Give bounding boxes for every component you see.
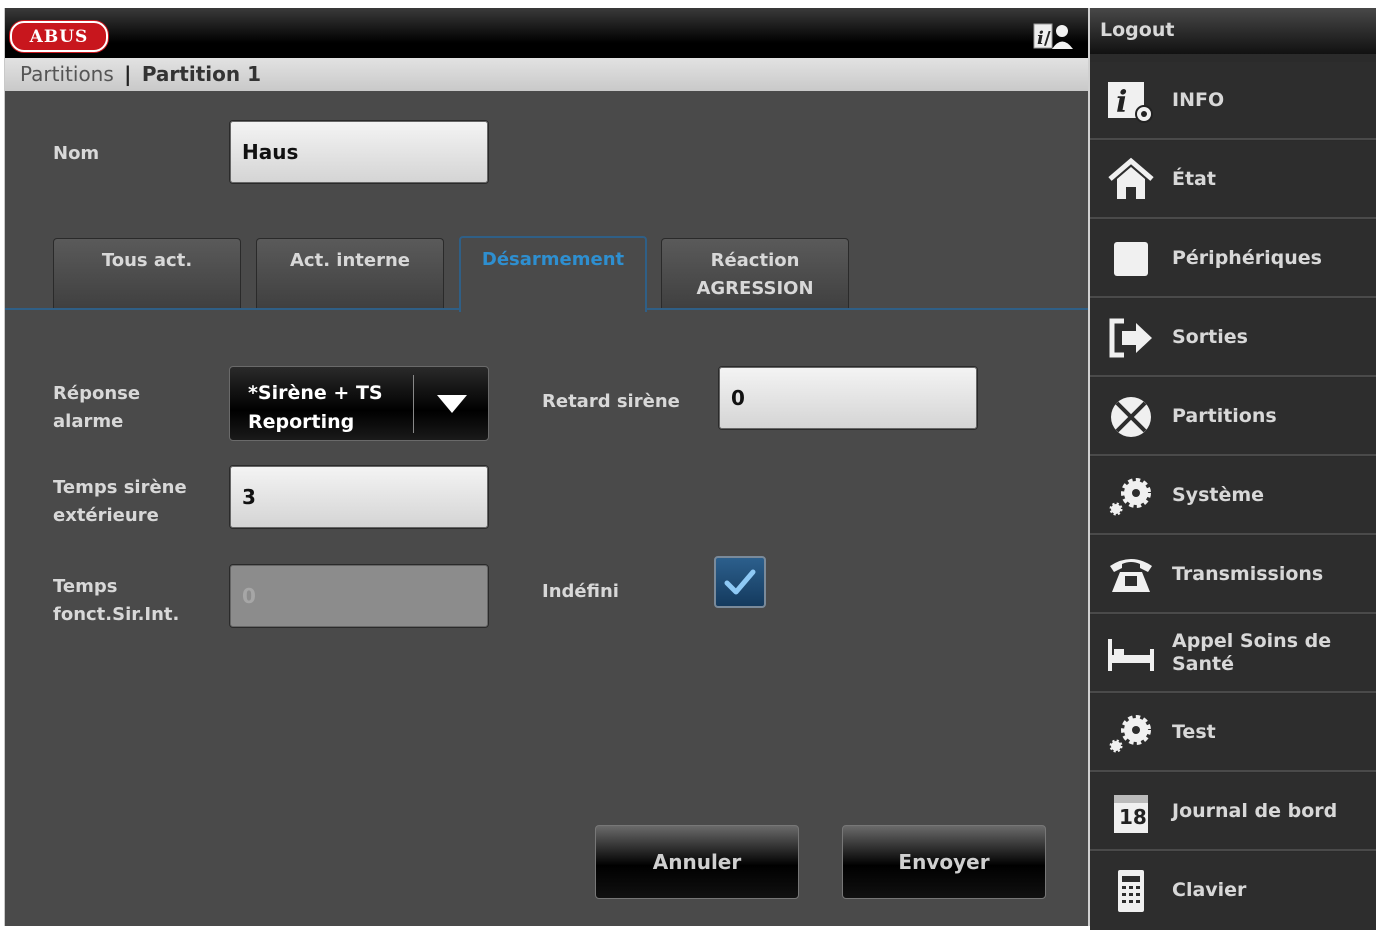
sidebar-item-journal[interactable]: 18 Journal de bord	[1090, 773, 1376, 851]
name-field[interactable]: Haus	[229, 120, 489, 184]
sidebar-item-etat[interactable]: État	[1090, 141, 1376, 219]
svg-text:/: /	[1044, 28, 1051, 49]
tab-tous-act[interactable]: Tous act.	[53, 238, 241, 308]
tab-reaction-agression[interactable]: Réaction AGRESSION	[661, 238, 849, 308]
siren-delay-field[interactable]: 0	[718, 366, 978, 430]
breadcrumb-root[interactable]: Partitions	[20, 62, 114, 86]
siren-delay-label: Retard sirène	[542, 391, 680, 412]
abus-logo: ABUS	[10, 21, 108, 52]
sidebar-item-label: Journal de bord	[1172, 799, 1338, 822]
telephone-icon	[1106, 552, 1156, 598]
name-label: Nom	[53, 143, 100, 164]
tab-act-interne[interactable]: Act. interne	[256, 238, 444, 308]
sidebar-item-partitions[interactable]: Partitions	[1090, 378, 1376, 456]
gears-icon	[1106, 710, 1156, 756]
logout-link[interactable]: Logout	[1090, 8, 1376, 54]
svg-text:i: i	[1037, 28, 1044, 49]
calendar-icon: 18	[1106, 789, 1156, 835]
checkmark-icon	[724, 569, 756, 595]
svg-text:i: i	[1116, 85, 1127, 120]
ext-siren-time-field[interactable]: 3	[229, 465, 489, 529]
sidebar-item-label: Transmissions	[1172, 562, 1324, 585]
main-panel: ABUS i / Partitions | Partition 1 Nom Ha…	[4, 8, 1089, 926]
info-gear-icon: i	[1106, 78, 1156, 124]
breadcrumb-separator: |	[124, 62, 132, 86]
sidebar-item-clavier[interactable]: Clavier	[1090, 852, 1376, 930]
help-user-icon[interactable]: i /	[1033, 22, 1075, 50]
bed-icon	[1106, 631, 1156, 677]
tab-underline-right	[646, 308, 1089, 310]
send-button[interactable]: Envoyer	[842, 825, 1046, 899]
sidebar-item-label: Appel Soins de Santé	[1172, 630, 1332, 675]
gears-icon	[1106, 473, 1156, 519]
select-divider	[413, 375, 414, 433]
alarm-response-label: Réponse alarme	[53, 383, 141, 432]
sidebar-item-label: État	[1172, 167, 1216, 190]
house-icon	[1106, 157, 1156, 203]
chevron-down-icon[interactable]	[435, 393, 469, 420]
sidebar-item-label: Test	[1172, 720, 1216, 743]
breadcrumb: Partitions | Partition 1	[5, 58, 1089, 91]
sidebar-item-label: Système	[1172, 483, 1265, 506]
cancel-button[interactable]: Annuler	[595, 825, 799, 899]
sidebar-item-peripheriques[interactable]: Périphériques	[1090, 220, 1376, 298]
keypad-icon	[1106, 868, 1156, 914]
partitions-circle-icon	[1106, 394, 1156, 440]
ext-siren-time-label: Temps sirène extérieure	[53, 477, 187, 526]
sidebar-item-test[interactable]: Test	[1090, 694, 1376, 772]
sidebar-item-label: Clavier	[1172, 878, 1247, 901]
exit-arrow-icon	[1106, 315, 1156, 361]
tab-desarmement[interactable]: Désarmement	[459, 236, 647, 312]
sidebar-item-systeme[interactable]: Système	[1090, 457, 1376, 535]
undefined-label: Indéfini	[542, 581, 619, 602]
sidebar-item-info[interactable]: i INFO	[1090, 62, 1376, 140]
sidebar-item-sorties[interactable]: Sorties	[1090, 299, 1376, 377]
undefined-checkbox[interactable]	[714, 556, 766, 608]
breadcrumb-current: Partition 1	[141, 62, 261, 86]
top-bar: ABUS i /	[5, 8, 1089, 58]
int-siren-time-field: 0	[229, 564, 489, 628]
sidebar-item-label: Partitions	[1172, 404, 1277, 427]
sidebar-item-label: INFO	[1172, 88, 1225, 111]
sidebar-item-label: Périphériques	[1172, 246, 1322, 269]
int-siren-time-label: Temps fonct.Sir.Int.	[53, 576, 180, 625]
calendar-day: 18	[1119, 805, 1147, 829]
device-square-icon	[1106, 236, 1156, 282]
alarm-response-value: *Sirène + TS Reporting	[248, 382, 383, 433]
sidebar: Logout i INFO État Périphériques Sorties…	[1088, 8, 1376, 930]
sidebar-item-transmissions[interactable]: Transmissions	[1090, 536, 1376, 614]
sidebar-item-label: Sorties	[1172, 325, 1248, 348]
tab-underline-left	[5, 308, 460, 310]
alarm-response-select[interactable]: *Sirène + TS Reporting	[229, 366, 489, 441]
sidebar-item-appel-soins[interactable]: Appel Soins de Santé	[1090, 615, 1376, 693]
